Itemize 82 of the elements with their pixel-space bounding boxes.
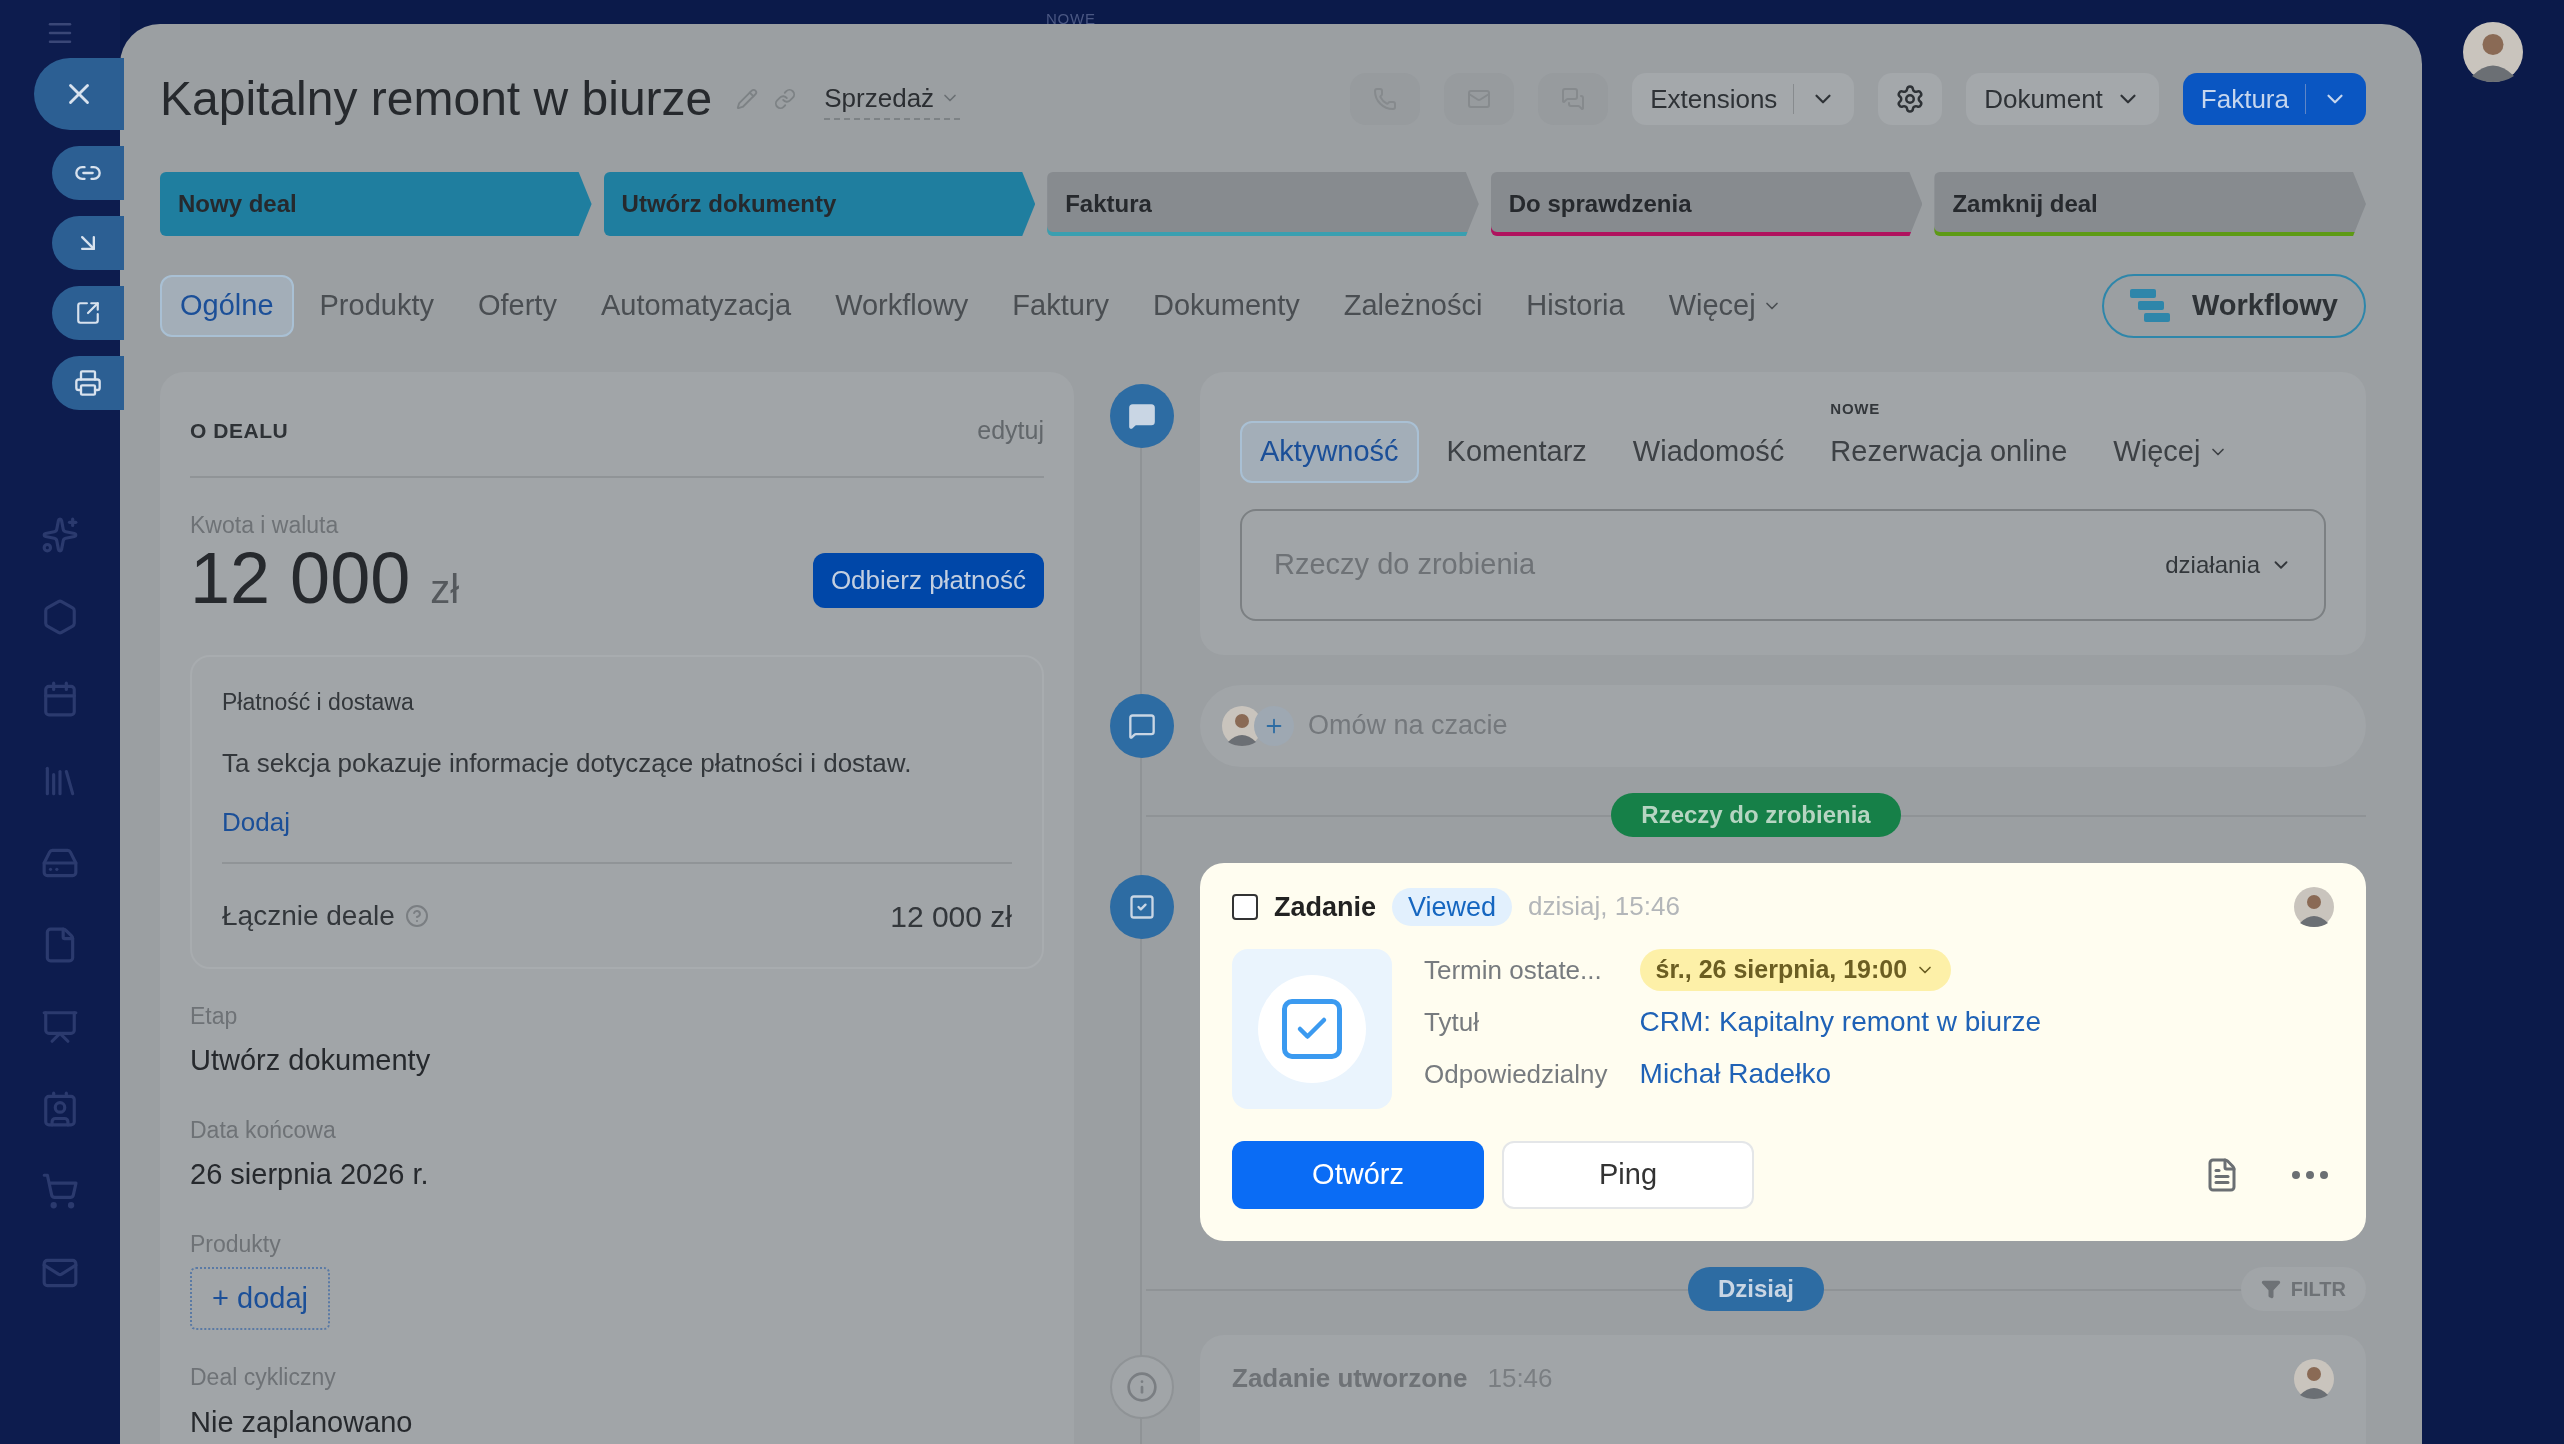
responsible-person-link[interactable]: Michał Radełko (1639, 1053, 1831, 1095)
deadline-chip[interactable]: śr., 26 sierpnia, 19:00 (1639, 949, 1952, 991)
activity-tab[interactable]: Aktywność (1240, 420, 1419, 483)
print-button[interactable] (52, 356, 124, 410)
payment-title: Płatność i dostawa (222, 688, 415, 717)
nav-icon[interactable] (41, 1090, 79, 1128)
activity-tab[interactable]: Więcej (2095, 420, 2247, 483)
help-icon[interactable] (404, 904, 429, 928)
task-time: dzisiaj, 15:46 (1528, 890, 1680, 924)
tab[interactable]: Faktury (994, 275, 1128, 337)
copy-link-button[interactable] (52, 146, 124, 200)
add-product-button[interactable]: + dodaj (190, 1267, 330, 1330)
stage-step[interactable]: Do sprawdzenia (1490, 172, 1923, 236)
task-field-label: Tytuł (1424, 1005, 1480, 1039)
deal-title: Kapitalny remont w biurze (160, 71, 713, 127)
tab[interactable]: Historia (1508, 275, 1643, 337)
avatar-icon (2294, 1359, 2334, 1399)
activity-tab[interactable]: Rezerwacja online (1812, 420, 2086, 483)
external-link-icon (75, 300, 101, 326)
header-button[interactable]: Extensions (1632, 73, 1855, 125)
header-button[interactable]: Dokument (1966, 73, 2159, 125)
field-value: 26 sierpnia 2026 r. (190, 1157, 430, 1192)
total-amount: 12 000 zł (890, 898, 1012, 935)
stage-step[interactable]: Nowy deal (160, 172, 592, 236)
settings-button[interactable] (1878, 73, 1943, 125)
open-new-window-button[interactable] (52, 286, 124, 340)
header-button[interactable]: Faktura (2182, 73, 2366, 125)
task-icon (1232, 949, 1392, 1109)
tab[interactable]: Więcej (1650, 275, 1800, 337)
tab[interactable]: Automatyzacja (582, 275, 810, 337)
ping-button[interactable]: Ping (1502, 1141, 1754, 1209)
tab[interactable]: Ogólne (160, 275, 294, 337)
tab[interactable]: Workflowy (817, 275, 987, 337)
avatar-icon (2294, 886, 2334, 927)
section-heading: O DEALU (190, 418, 289, 444)
new-label: NOWE (1829, 399, 1880, 419)
status-badge: Viewed (1392, 887, 1513, 926)
stage-step[interactable]: Utwórz dokumenty (603, 172, 1036, 236)
tab[interactable]: Oferty (459, 275, 575, 337)
workflow-button[interactable]: Workflowy (2101, 274, 2366, 338)
deal-link[interactable]: CRM: Kapitalny remont w biurze (1639, 1001, 2042, 1043)
nav-icon[interactable] (41, 516, 79, 554)
stage-step[interactable]: Zamknij deal (1934, 172, 2366, 236)
tab[interactable]: Dokumenty (1135, 275, 1318, 337)
nav-icon[interactable] (41, 1008, 79, 1046)
nav-icon[interactable] (41, 1172, 79, 1210)
todo-section-label: Rzeczy do zrobienia (1611, 792, 1901, 837)
nav-icon[interactable] (41, 598, 79, 636)
edit-link[interactable]: edytuj (977, 412, 1044, 450)
avatar-icon (2463, 22, 2523, 82)
close-button[interactable] (34, 58, 124, 130)
activity-tab[interactable]: Komentarz (1428, 420, 1605, 483)
task-type: Zadanie (1274, 890, 1377, 924)
link-icon[interactable] (774, 88, 797, 110)
workflow-icon (2129, 289, 2170, 323)
add-link[interactable]: Dodaj (222, 802, 1012, 842)
tab[interactable]: Zależności (1325, 275, 1501, 337)
actions-dropdown[interactable]: działania (2165, 546, 2292, 583)
task-field-label: Odpowiedzialny (1424, 1057, 1608, 1091)
edit-icon[interactable] (736, 88, 759, 110)
payment-description: Ta sekcja pokazuje informacje dotyczące płatności i dostaw. (222, 746, 913, 780)
minimize-button[interactable] (52, 216, 124, 270)
open-button[interactable]: Otwórz (1232, 1141, 1484, 1209)
field-value: Nie zaplanowano (190, 1404, 414, 1440)
field-value: Utwórz dokumenty (190, 1043, 432, 1078)
currency: zł (430, 566, 460, 613)
pipeline-dropdown[interactable]: Sprzedaż (824, 78, 961, 120)
filter-icon (2260, 1279, 2281, 1299)
new-label: NOWE (1046, 9, 1096, 29)
nav-icon[interactable] (41, 680, 79, 718)
print-icon (74, 369, 102, 397)
amount: 12 000 (190, 542, 411, 614)
total-label: Łącznie deale (222, 899, 395, 933)
today-label: Dzisiaj (1688, 1267, 1824, 1311)
activity-tab[interactable]: Wiadomość (1614, 420, 1803, 483)
receive-payment-button[interactable]: Odbierz płatność (812, 553, 1044, 608)
stage-step[interactable]: Faktura (1047, 172, 1479, 236)
add-participant-icon[interactable] (1254, 705, 1294, 746)
tab[interactable]: Produkty (301, 275, 452, 337)
settings-icon (1895, 84, 1926, 114)
task-checkbox[interactable] (1232, 893, 1258, 920)
task-field-label: Termin ostate... (1424, 953, 1603, 987)
